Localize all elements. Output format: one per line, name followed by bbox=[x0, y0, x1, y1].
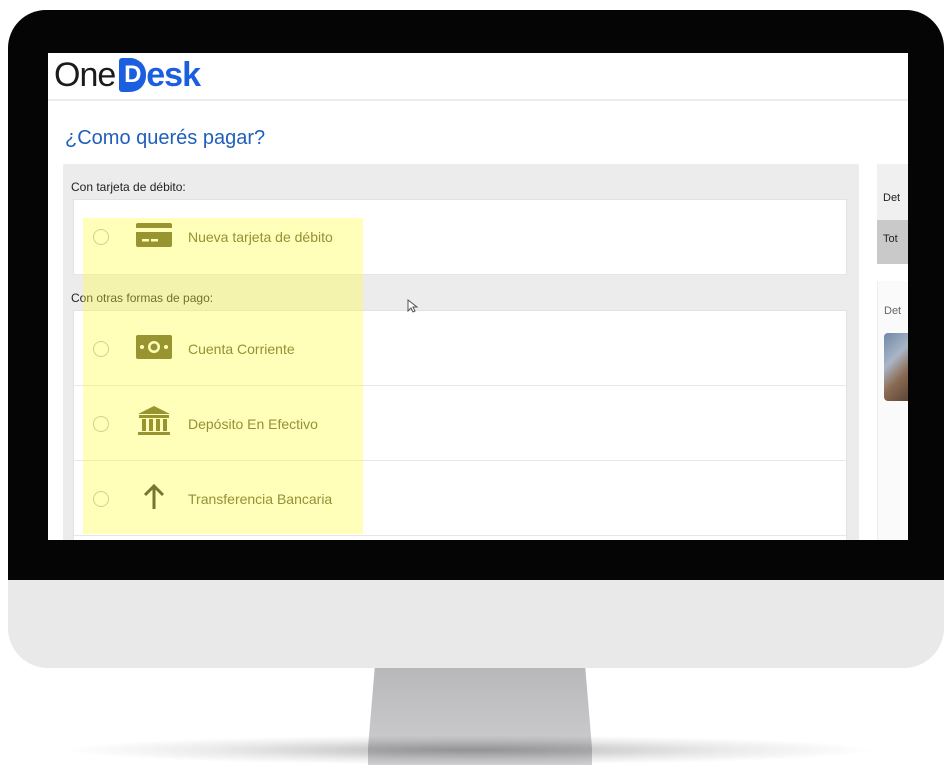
logo-one-text: One bbox=[54, 56, 116, 94]
debit-options-card: Nueva tarjeta de débito bbox=[73, 199, 847, 275]
cash-icon bbox=[134, 331, 174, 363]
monitor-chin bbox=[8, 580, 944, 668]
option-nueva-tarjeta[interactable]: Nueva tarjeta de débito bbox=[74, 200, 846, 275]
stand-shadow bbox=[60, 735, 880, 765]
option-transferencia-bancaria[interactable]: Transferencia Bancaria bbox=[74, 461, 846, 536]
logo-desk-text: esk bbox=[146, 56, 201, 94]
summary-total-label: Tot bbox=[883, 233, 898, 245]
option-label: Nueva tarjeta de débito bbox=[188, 229, 333, 245]
other-options-card: Cuenta Corriente Depósito En Efectivo Tr… bbox=[73, 310, 847, 540]
radio-cuenta-corriente[interactable] bbox=[93, 341, 109, 357]
summary-detail-header: Det bbox=[883, 192, 901, 204]
radio-transferencia-bancaria[interactable] bbox=[93, 491, 109, 507]
page-title: ¿Como querés pagar? bbox=[65, 127, 266, 149]
mouse-cursor-icon bbox=[407, 298, 419, 313]
radio-deposito-efectivo[interactable] bbox=[93, 416, 109, 432]
option-cuenta-corriente[interactable]: Cuenta Corriente bbox=[74, 311, 846, 386]
product-detail-card: Det bbox=[877, 281, 908, 540]
radio-nueva-tarjeta[interactable] bbox=[93, 229, 109, 245]
option-deposito-efectivo[interactable]: Depósito En Efectivo bbox=[74, 386, 846, 461]
product-thumbnail[interactable] bbox=[884, 333, 908, 401]
logo-mark-letter: D bbox=[124, 61, 142, 88]
arrow-up-icon bbox=[134, 481, 174, 513]
debit-section-label: Con tarjeta de débito: bbox=[71, 180, 186, 194]
other-section-label: Con otras formas de pago: bbox=[71, 291, 214, 305]
option-label: Transferencia Bancaria bbox=[188, 491, 333, 507]
product-detail-header: Det bbox=[884, 305, 902, 317]
order-summary-card: Det Tot bbox=[877, 164, 908, 264]
onedesk-logo[interactable]: One D esk bbox=[54, 55, 201, 95]
screen: One D esk ¿Como querés pagar? Con tarjet… bbox=[48, 53, 908, 540]
credit-card-icon bbox=[134, 218, 174, 250]
bank-icon bbox=[134, 404, 174, 436]
summary-total-row: Tot bbox=[877, 220, 908, 264]
logo-mark: D bbox=[119, 58, 147, 92]
option-label: Depósito En Efectivo bbox=[188, 416, 318, 432]
app-header: One D esk bbox=[48, 53, 908, 101]
payment-methods-panel: Con tarjeta de débito: Nueva tarjeta de … bbox=[63, 164, 859, 540]
option-label: Cuenta Corriente bbox=[188, 341, 295, 357]
